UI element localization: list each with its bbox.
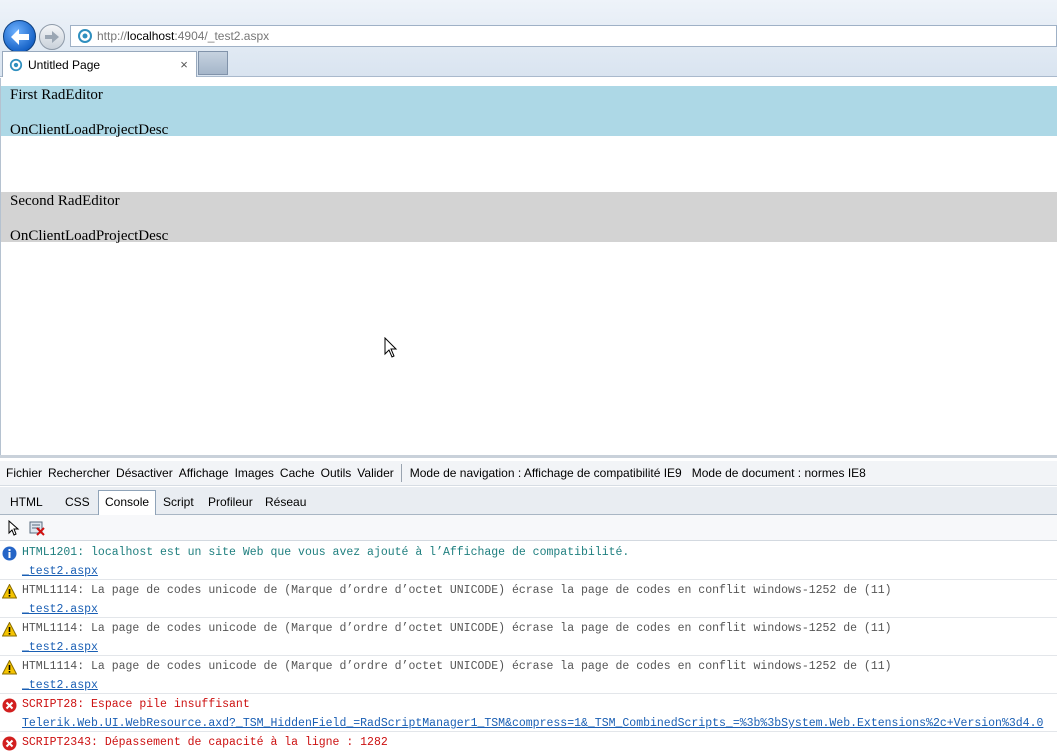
document-mode-menu[interactable]: Mode de document : normes IE8 [692, 466, 866, 480]
select-element-icon[interactable] [6, 520, 22, 536]
tab-html[interactable]: HTML [4, 491, 49, 515]
arrow-left-icon [10, 28, 29, 45]
error-icon [2, 698, 17, 713]
page-content: First RadEditor OnClientLoadProjectDesc … [0, 78, 1057, 455]
menu-rechercher[interactable]: Rechercher [48, 466, 110, 480]
message-text: HTML1114: La page de codes unicode de (M… [22, 660, 892, 673]
menu-desactiver[interactable]: Désactiver [116, 466, 173, 480]
tab-console[interactable]: Console [98, 490, 157, 516]
url-host: localhost [127, 29, 175, 43]
editor-title: Second RadEditor [10, 193, 120, 209]
second-rad-editor[interactable]: Second RadEditor OnClientLoadProjectDesc [1, 192, 1057, 244]
message-source-link[interactable]: _test2.aspx [22, 679, 98, 692]
menu-outils[interactable]: Outils [321, 466, 352, 480]
url-text: http://localhost:4904/_test2.aspx [97, 29, 269, 43]
developer-tools-panel: Fichier Rechercher Désactiver Affichage … [0, 455, 1057, 753]
message-text: HTML1201: localhost est un site Web que … [22, 546, 630, 559]
console-toolbar [0, 515, 1057, 541]
mouse-cursor-icon [384, 337, 398, 358]
tab-title: Untitled Page [28, 57, 101, 72]
editor-title: First RadEditor [10, 87, 103, 103]
menu-valider[interactable]: Valider [357, 466, 393, 480]
console-output: HTML1201: localhost est un site Web que … [0, 542, 1057, 756]
clear-console-icon[interactable] [29, 520, 45, 536]
console-message: HTML1201: localhost est un site Web que … [0, 542, 1057, 580]
tab-css[interactable]: CSS [59, 491, 96, 515]
tab-script[interactable]: Script [157, 491, 200, 515]
browser-mode-menu[interactable]: Mode de navigation : Affichage de compat… [410, 466, 682, 480]
url-prefix: http:// [97, 29, 128, 43]
devtools-tabs: HTML CSS Console Script Profileur Réseau [0, 487, 1057, 516]
message-text: SCRIPT2343: Dépassement de capacité à la… [22, 736, 388, 749]
message-source-link[interactable]: Telerik.Web.UI.WebResource.axd?_TSM_Hidd… [22, 717, 1043, 730]
address-bar[interactable]: http://localhost:4904/_test2.aspx [70, 25, 1057, 47]
message-source-link[interactable]: _test2.aspx [22, 565, 98, 578]
console-message: HTML1114: La page de codes unicode de (M… [0, 618, 1057, 656]
tab-strip: Untitled Page × [0, 49, 1057, 77]
close-tab-icon[interactable]: × [176, 57, 192, 72]
menu-cache[interactable]: Cache [280, 466, 315, 480]
warning-icon [2, 660, 17, 675]
message-text: SCRIPT28: Espace pile insuffisant [22, 698, 250, 711]
arrow-right-icon [45, 31, 59, 43]
console-message: SCRIPT28: Espace pile insuffisant Teleri… [0, 694, 1057, 732]
menu-separator [400, 464, 402, 482]
info-icon [2, 546, 17, 561]
forward-button[interactable] [39, 24, 65, 50]
warning-icon [2, 584, 17, 599]
menu-fichier[interactable]: Fichier [6, 466, 42, 480]
tab-network[interactable]: Réseau [259, 491, 312, 515]
menu-images[interactable]: Images [235, 466, 274, 480]
tab-profiler[interactable]: Profileur [202, 491, 259, 515]
page-icon [9, 58, 23, 71]
browser-chrome: http://localhost:4904/_test2.aspx Untitl… [0, 0, 1057, 77]
first-rad-editor[interactable]: First RadEditor OnClientLoadProjectDesc [1, 86, 1057, 138]
new-tab-button[interactable] [198, 51, 228, 75]
message-text: HTML1114: La page de codes unicode de (M… [22, 622, 892, 635]
page-icon [78, 29, 92, 43]
devtools-menubar: Fichier Rechercher Désactiver Affichage … [0, 461, 1057, 486]
console-message: SCRIPT2343: Dépassement de capacité à la… [0, 732, 1057, 756]
message-source-link[interactable]: _test2.aspx [22, 603, 98, 616]
menu-affichage[interactable]: Affichage [179, 466, 229, 480]
editor-content: OnClientLoadProjectDesc [10, 122, 169, 138]
error-icon [2, 736, 17, 751]
message-text: HTML1114: La page de codes unicode de (M… [22, 584, 892, 597]
editor-content: OnClientLoadProjectDesc [10, 228, 169, 244]
console-message: HTML1114: La page de codes unicode de (M… [0, 656, 1057, 694]
warning-icon [2, 622, 17, 637]
browser-tab[interactable]: Untitled Page × [2, 51, 197, 77]
url-path: :4904/_test2.aspx [174, 29, 270, 43]
console-message: HTML1114: La page de codes unicode de (M… [0, 580, 1057, 618]
message-source-link[interactable]: _test2.aspx [22, 641, 98, 654]
